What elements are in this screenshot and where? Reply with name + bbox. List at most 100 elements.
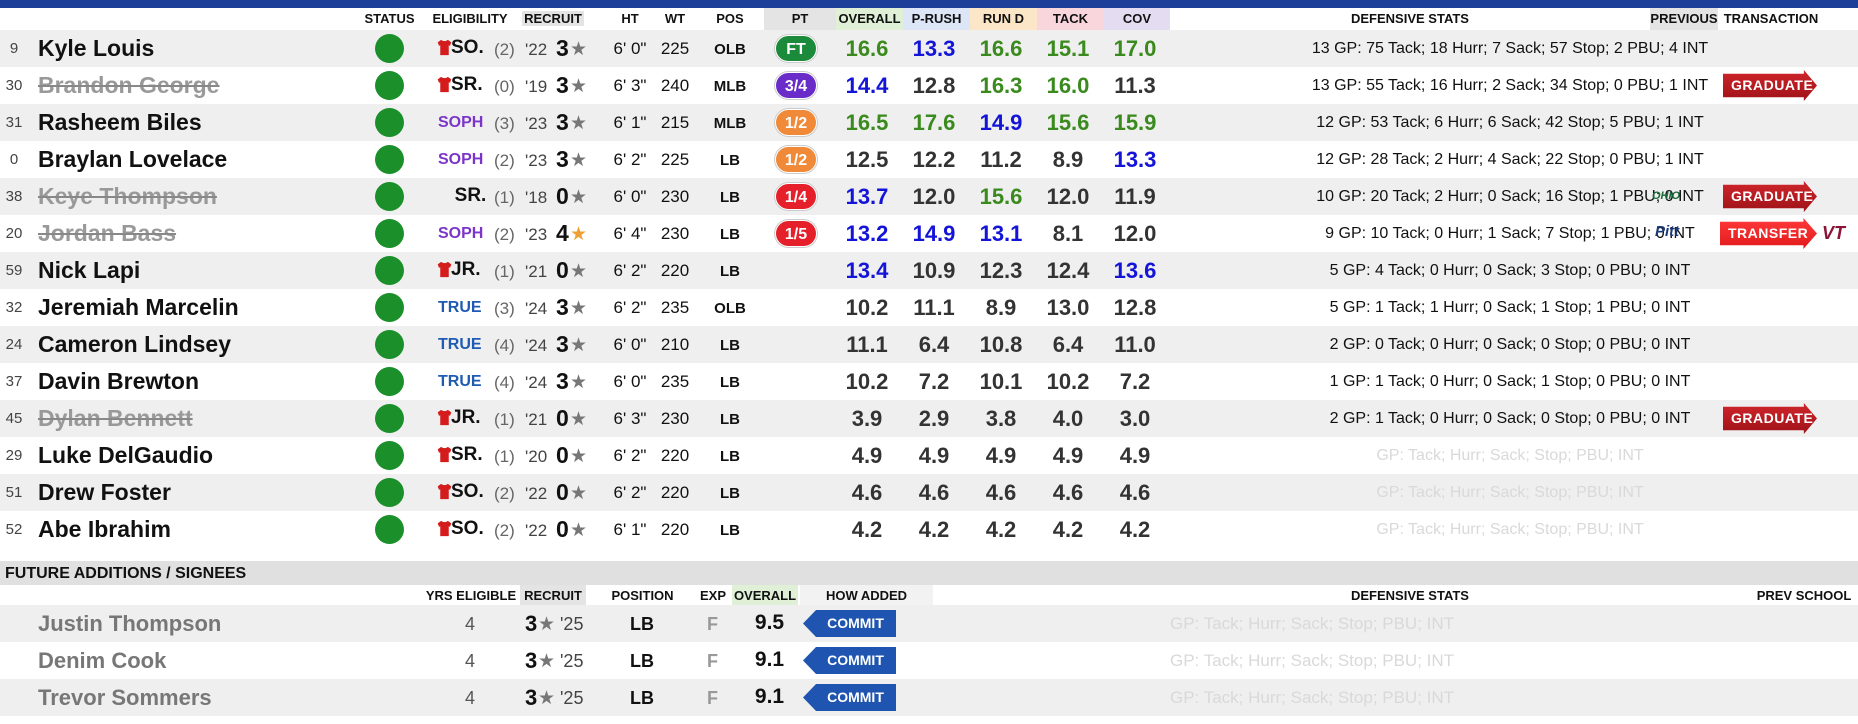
player-name[interactable]: Abe Ibrahim [38,516,171,543]
eligibility-class: TRUE [438,373,482,390]
player-name[interactable]: Luke DelGaudio [38,442,213,469]
player-name[interactable]: Drew Foster [38,479,171,506]
commit-badge[interactable]: COMMIT [803,684,896,711]
player-row[interactable]: 20 Jordan Bass SOPH (2) '23 4 ★ 6' 4" 230 LB 1/5 13… [0,215,1858,252]
height: 6' 4" [613,224,647,243]
future-header-stats[interactable]: DEFENSIVE STATS [1170,588,1650,603]
position: LB [720,152,740,169]
run-defense-score: 12.3 [979,258,1023,283]
overall-score: 9.5 [754,611,785,634]
signee-name[interactable]: Trevor Sommers [38,685,212,711]
player-row[interactable]: 38 Keye Thompson SR. (1) '18 0 ★ 6' 0" 230 LB 1/4 1… [0,178,1858,215]
future-header-prev[interactable]: PREV SCHOOL [1750,588,1858,603]
eligibility-class: SR. [451,444,483,465]
player-row[interactable]: 9 Kyle Louis SO. (2) '22 3 ★ 6' 0" 225 OLB FT 16.6 1… [0,30,1858,67]
player-row[interactable]: 0 Braylan Lovelace SOPH (2) '23 3 ★ 6' 2" 225 LB 1… [0,141,1858,178]
position: MLB [713,115,747,132]
recruit-stars: 3 [556,331,569,357]
player-name[interactable]: Jeremiah Marcelin [38,294,239,321]
run-defense-score: 11.2 [980,147,1022,172]
future-header-exp[interactable]: EXP [698,588,728,603]
player-row[interactable]: 52 Abe Ibrahim SO. (2) '22 0 ★ 6' 1" 220 LB 4.2 4.2… [0,511,1858,548]
commit-badge[interactable]: COMMIT [803,610,896,637]
star-icon: ★ [570,409,588,430]
player-row[interactable]: 59 Nick Lapi JR. (1) '21 0 ★ 6' 2" 220 LB 13.4 10.9… [0,252,1858,289]
pass-rush-score: 10.9 [912,258,956,283]
status-indicator [375,330,404,359]
recruit-stars: 3 [556,146,569,172]
player-name[interactable]: Kyle Louis [38,35,154,62]
future-header-recruit[interactable]: RECRUIT [520,588,586,603]
defensive-stats: 1 GP: 1 Tack; 0 Hurr; 0 Sack; 1 Stop; 0 … [1329,373,1691,390]
player-name[interactable]: Keye Thompson [38,183,217,210]
player-name[interactable]: Nick Lapi [38,257,140,284]
header-tack[interactable]: TACK [1037,11,1104,26]
commit-badge[interactable]: COMMIT [803,647,896,674]
graduate-badge[interactable]: GRADUATE [1723,403,1817,434]
future-header-overall[interactable]: OVERALL [732,588,798,603]
header-cov[interactable]: COV [1104,11,1170,26]
player-name[interactable]: Rasheem Biles [38,109,202,136]
player-name[interactable]: Davin Brewton [38,368,199,395]
height: 6' 2" [613,483,647,502]
future-header-how[interactable]: HOW ADDED [800,588,933,603]
eligibility-years: (4) [494,373,515,392]
pass-rush-score: 12.0 [912,184,956,209]
header-status[interactable]: STATUS [362,11,417,26]
coverage-score: 7.2 [1119,369,1151,394]
player-row[interactable]: 30 Brandon George SR. (0) '19 3 ★ 6' 3" 240 MLB 3/… [0,67,1858,104]
player-name[interactable]: Braylan Lovelace [38,146,227,173]
header-eligibility[interactable]: ELIGIBILITY [430,11,510,26]
player-row[interactable]: 32 Jeremiah Marcelin TRUE (3) '24 3 ★ 6' 2" 235 O… [0,289,1858,326]
transfer-badge[interactable]: TRANSFER [1720,218,1817,249]
signee-name[interactable]: Denim Cook [38,648,166,674]
playing-time-badge: 1/5 [775,220,817,247]
player-row[interactable]: 45 Dylan Bennett JR. (1) '21 0 ★ 6' 3" 230 LB 3.9 2… [0,400,1858,437]
weight: 220 [660,261,690,280]
status-indicator [375,441,404,470]
player-row[interactable]: 29 Luke DelGaudio SR. (1) '20 0 ★ 6' 2" 220 LB 4.9… [0,437,1858,474]
signee-row[interactable]: Justin Thompson 4 3 ★ '25 LB F 9.5 COMMIT GP: Tac… [0,605,1858,642]
signee-name[interactable]: Justin Thompson [38,611,221,637]
defensive-stats: 12 GP: 53 Tack; 6 Hurr; 6 Sack; 42 Stop;… [1316,114,1704,131]
player-name[interactable]: Cameron Lindsey [38,331,231,358]
player-name[interactable]: Brandon George [38,72,219,99]
tackle-score: 4.9 [1052,443,1084,468]
player-name[interactable]: Jordan Bass [38,220,176,247]
graduate-badge[interactable]: GRADUATE [1723,70,1817,101]
player-row[interactable]: 31 Rasheem Biles SOPH (3) '23 3 ★ 6' 1" 215 MLB 1/… [0,104,1858,141]
header-pt[interactable]: PT [764,11,836,26]
player-row[interactable]: 24 Cameron Lindsey TRUE (4) '24 3 ★ 6' 0" 210 LB 1… [0,326,1858,363]
recruit-year: '20 [525,447,548,466]
weight: 225 [660,150,690,169]
coverage-score: 15.9 [1113,110,1157,135]
playing-time-badge: FT [775,35,817,62]
header-rund[interactable]: RUN D [970,11,1037,26]
star-icon: ★ [570,39,588,60]
header-overall[interactable]: OVERALL [836,11,903,26]
eligibility-years: (0) [494,77,515,96]
graduate-badge[interactable]: GRADUATE [1723,181,1817,212]
header-recruit[interactable]: RECRUIT [522,11,584,26]
header-previous[interactable]: PREVIOUS [1650,11,1718,26]
header-transaction[interactable]: TRANSACTION [1718,11,1824,26]
player-row[interactable]: 51 Drew Foster SO. (2) '22 0 ★ 6' 2" 220 LB 4.6 4.6… [0,474,1858,511]
signee-row[interactable]: Trevor Sommers 4 3 ★ '25 LB F 9.1 COMMIT GP: Tack… [0,679,1858,716]
eligibility-class: SR. [454,185,487,206]
tackle-score: 16.0 [1046,73,1090,98]
signee-row[interactable]: Denim Cook 4 3 ★ '25 LB F 9.1 COMMIT GP: Tack; Hu… [0,642,1858,679]
header-prush[interactable]: P-RUSH [903,11,970,26]
header-defensive-stats[interactable]: DEFENSIVE STATS [1170,11,1650,26]
future-header-position[interactable]: POSITION [600,588,685,603]
player-row[interactable]: 37 Davin Brewton TRUE (4) '24 3 ★ 6' 0" 235 LB 10.… [0,363,1858,400]
jersey-number: 37 [5,373,23,390]
header-ht[interactable]: HT [600,11,660,26]
weight: 215 [660,113,690,132]
recruit-year: '24 [525,299,548,318]
player-name[interactable]: Dylan Bennett [38,405,193,432]
header-pos[interactable]: POS [700,11,760,26]
future-header-yrs[interactable]: YRS ELIGIBLE [422,588,520,603]
height: 6' 1" [613,520,647,539]
header-wt[interactable]: WT [655,11,695,26]
previous-school-logo: OHIO [1652,190,1681,202]
